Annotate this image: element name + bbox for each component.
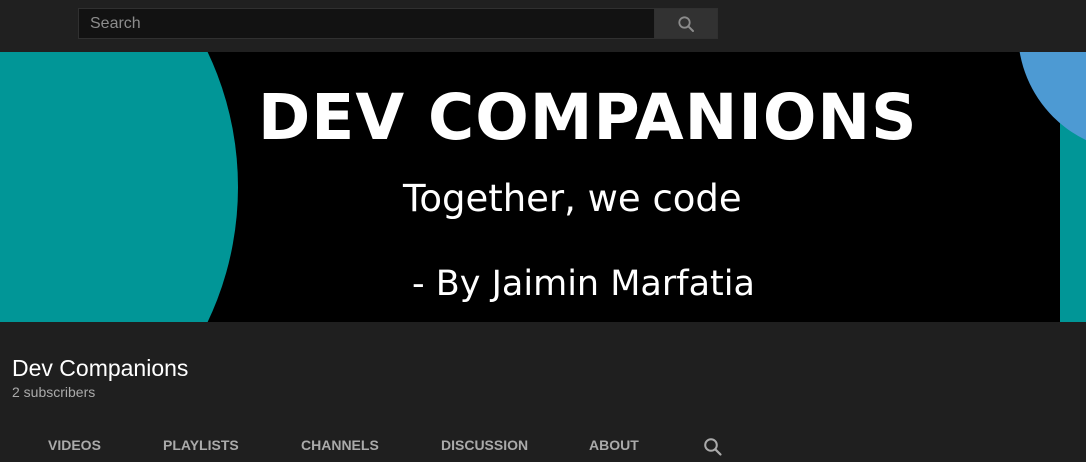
banner-teal-circle — [0, 52, 238, 322]
subscriber-count: 2 subscribers — [12, 384, 96, 400]
banner-author: - By Jaimin Marfatia — [412, 264, 755, 304]
tab-about[interactable]: ABOUT — [589, 430, 639, 462]
channel-tabs: VIDEOS PLAYLISTS CHANNELS DISCUSSION ABO… — [0, 430, 1086, 462]
tab-playlists[interactable]: PLAYLISTS — [163, 430, 239, 462]
search-icon — [678, 15, 694, 32]
tab-videos[interactable]: VIDEOS — [48, 430, 101, 462]
channel-header: Dev Companions 2 subscribers VIDEOS PLAY… — [0, 322, 1086, 462]
tab-discussion[interactable]: DISCUSSION — [441, 430, 528, 462]
tab-channels[interactable]: CHANNELS — [301, 430, 379, 462]
top-bar — [0, 0, 1086, 52]
search-input[interactable] — [79, 9, 654, 38]
channel-banner: DEV COMPANIONS Together, we code - By Ja… — [0, 52, 1086, 322]
search-button[interactable] — [654, 8, 718, 39]
banner-title: DEV COMPANIONS — [258, 81, 918, 154]
search-box[interactable] — [78, 8, 654, 39]
channel-name: Dev Companions — [12, 355, 189, 381]
tab-search-button[interactable] — [700, 434, 726, 460]
banner-tagline: Together, we code — [403, 177, 742, 220]
search-icon — [704, 438, 722, 456]
